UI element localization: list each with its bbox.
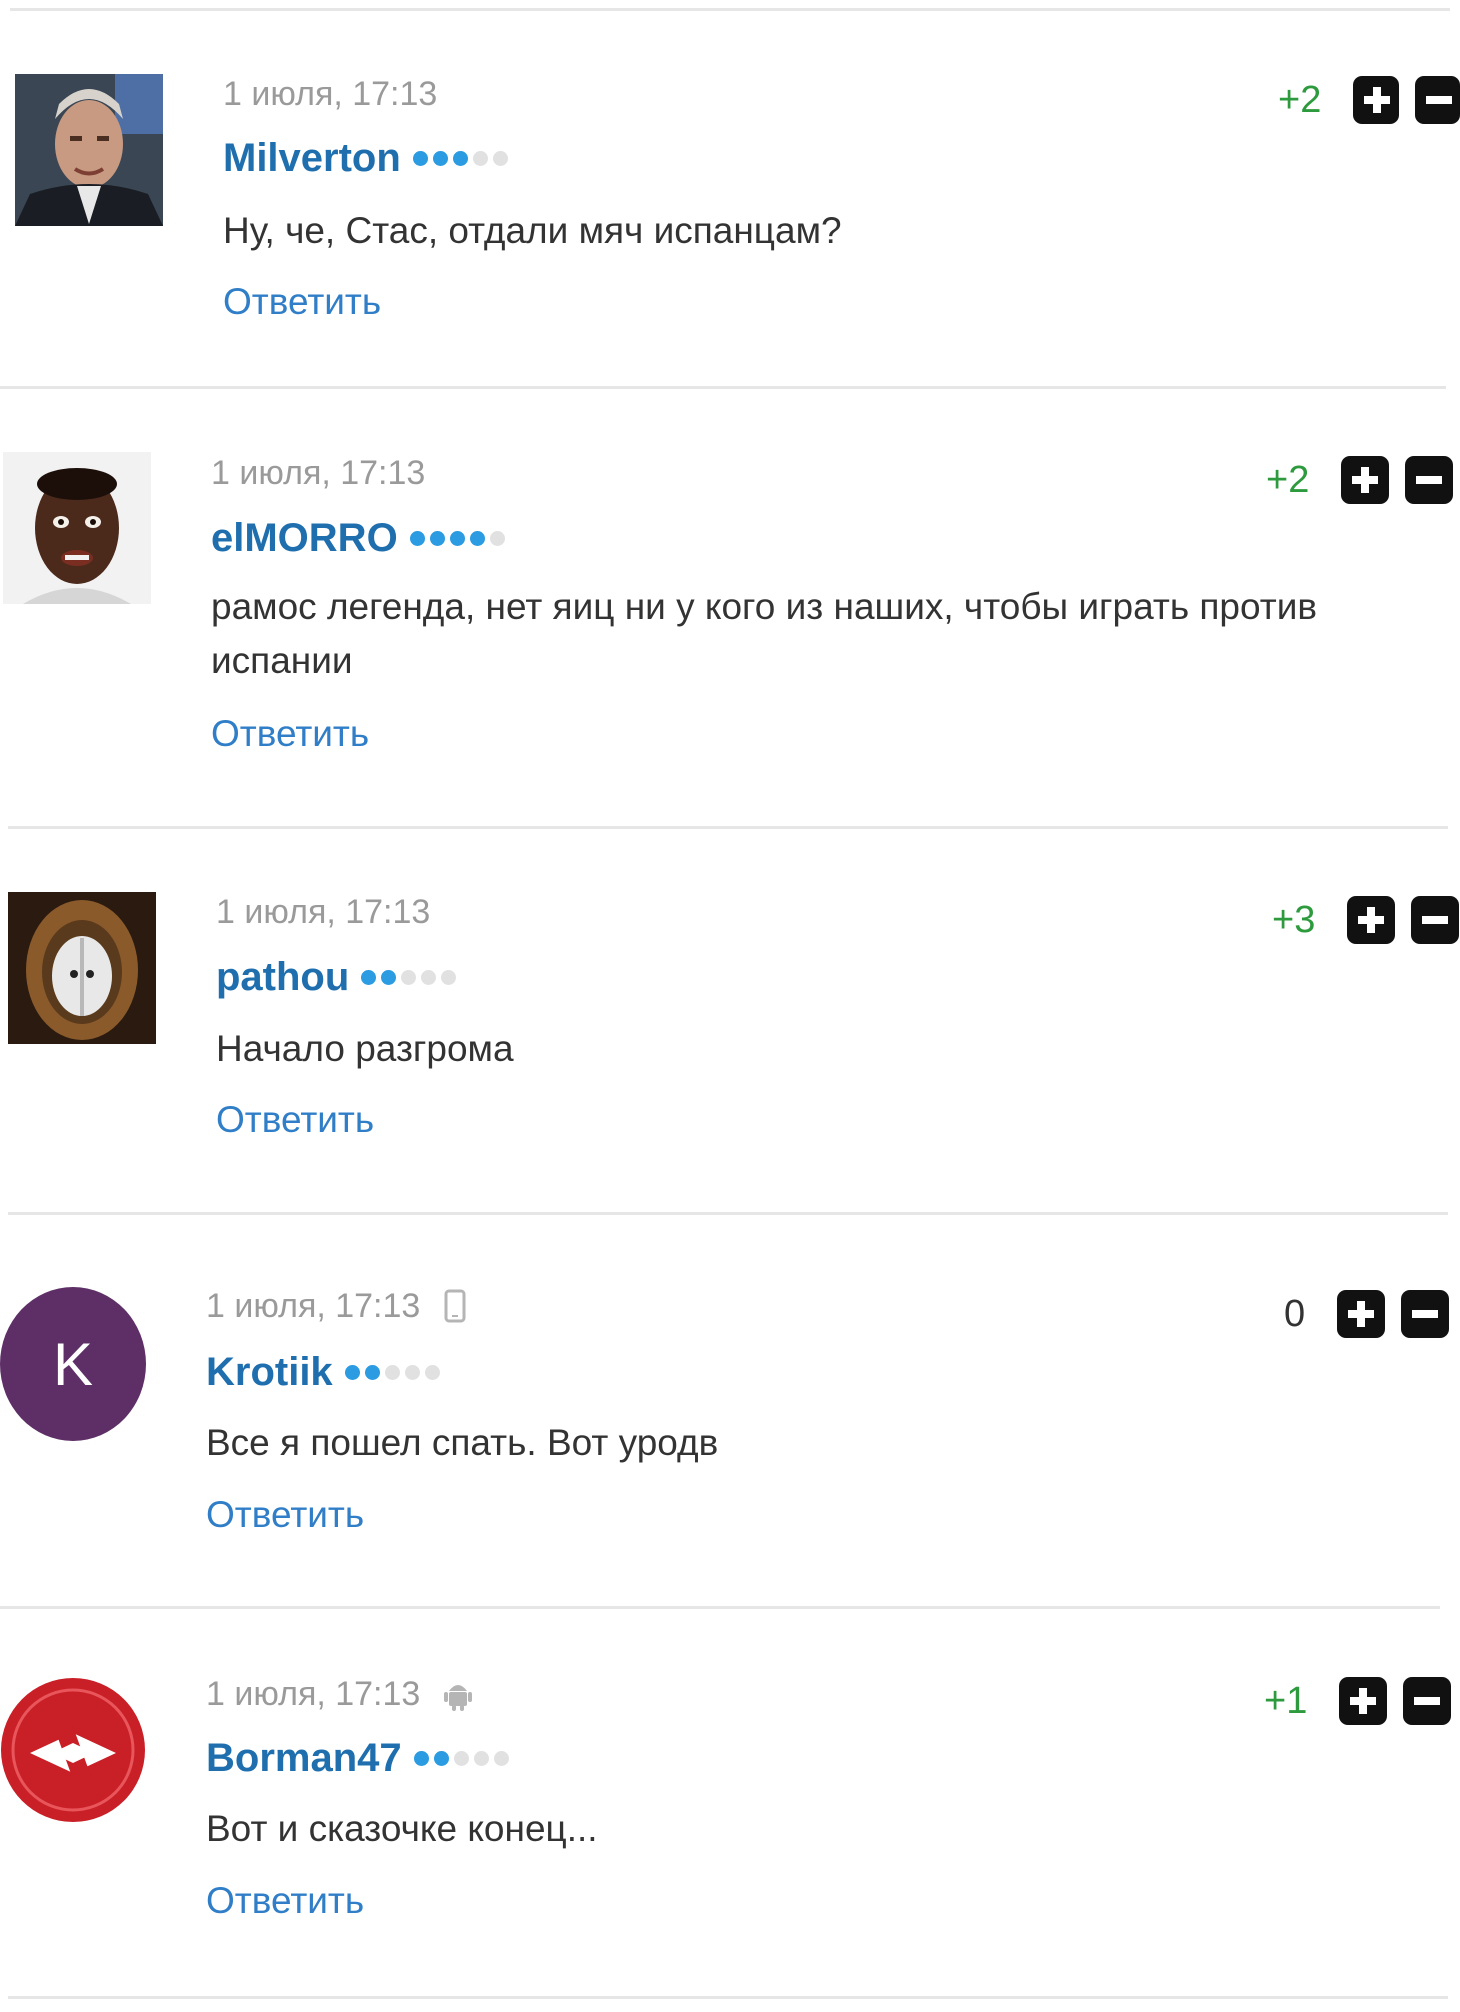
- rating-dot: [489, 530, 505, 546]
- divider: [0, 386, 1446, 389]
- upvote-button[interactable]: [1339, 1677, 1388, 1725]
- rating-dot: [401, 969, 417, 985]
- user-rating: [409, 530, 510, 546]
- comment-date: 1 июля, 17:13: [211, 454, 426, 492]
- comment-text: Вот и сказочке конец...: [206, 1808, 598, 1849]
- reply-link[interactable]: Ответить: [211, 712, 369, 756]
- downvote-button[interactable]: [1403, 1677, 1452, 1725]
- comment-score: +1: [1264, 1680, 1308, 1722]
- comment-meta: 1 июля, 17:13: [223, 74, 437, 114]
- rating-dot: [453, 1750, 469, 1766]
- rating-dot: [469, 530, 485, 546]
- upvote-button[interactable]: [1341, 456, 1390, 504]
- comment-meta: 1 июля, 17:13: [216, 892, 430, 932]
- upvote-button[interactable]: [1337, 1290, 1386, 1338]
- reply-link[interactable]: Ответить: [216, 1098, 374, 1142]
- vote-controls: +2: [1266, 456, 1454, 504]
- comment-meta: 1 июля, 17:13: [206, 1286, 466, 1326]
- comment-meta: 1 июля, 17:13: [206, 1674, 473, 1714]
- avatar-letter: K: [52, 1330, 94, 1398]
- rating-dot: [384, 1364, 400, 1380]
- downvote-button[interactable]: [1405, 456, 1454, 504]
- rating-dot: [473, 1750, 489, 1766]
- author-link[interactable]: Milverton: [223, 134, 401, 182]
- vote-controls: +2: [1278, 76, 1460, 124]
- upvote-button[interactable]: [1347, 896, 1396, 944]
- author-link[interactable]: Borman47: [206, 1734, 402, 1782]
- rating-dot: [452, 150, 468, 166]
- author-link[interactable]: elMORRO: [211, 514, 398, 562]
- reply-link[interactable]: Ответить: [223, 280, 381, 324]
- rating-dot: [493, 1750, 509, 1766]
- comment-score: +3: [1272, 899, 1316, 941]
- rating-dot: [381, 969, 397, 985]
- author-link[interactable]: Krotiik: [206, 1348, 333, 1396]
- user-rating: [412, 150, 513, 166]
- rating-dot: [449, 530, 465, 546]
- author-row: Krotiik: [206, 1348, 445, 1396]
- author-link[interactable]: pathou: [216, 953, 349, 1001]
- downvote-button[interactable]: [1411, 896, 1460, 944]
- rating-dot: [364, 1364, 380, 1380]
- author-row: Milverton: [223, 134, 513, 182]
- avatar[interactable]: [15, 74, 163, 226]
- divider: [8, 1996, 1448, 1999]
- rating-dot: [412, 150, 428, 166]
- comment-date: 1 июля, 17:13: [223, 75, 438, 113]
- user-rating: [344, 1364, 445, 1380]
- comment-text: Начало разгрома: [216, 1028, 514, 1069]
- avatar[interactable]: [0, 1673, 146, 1827]
- rating-dot: [413, 1750, 429, 1766]
- rating-dot: [472, 150, 488, 166]
- rating-dot: [492, 150, 508, 166]
- vote-controls: 0: [1284, 1290, 1450, 1338]
- comment-date: 1 июля, 17:13: [216, 893, 431, 931]
- avatar[interactable]: K: [0, 1287, 146, 1441]
- vote-controls: +1: [1264, 1677, 1452, 1725]
- comment-score: +2: [1266, 459, 1310, 501]
- phone-icon: [444, 1289, 466, 1323]
- reply-link[interactable]: Ответить: [206, 1879, 364, 1923]
- divider: [10, 8, 1450, 11]
- avatar[interactable]: [8, 892, 156, 1044]
- rating-dot: [409, 530, 425, 546]
- downvote-button[interactable]: [1401, 1290, 1450, 1338]
- comment-text: Ну, че, Стас, отдали мяч испанцам?: [223, 210, 842, 251]
- comment-text: Все я пошел спать. Вот уродв: [206, 1422, 719, 1463]
- author-row: Borman47: [206, 1734, 514, 1782]
- comment-meta: 1 июля, 17:13: [211, 453, 425, 493]
- user-rating: [413, 1750, 514, 1766]
- avatar-photo-icon: [3, 452, 151, 604]
- comments-list: 1 июля, 17:13 Milverton Ну, че, Стас, от…: [0, 0, 1460, 2012]
- divider: [0, 1606, 1440, 1609]
- rating-dot: [432, 150, 448, 166]
- rating-dot: [433, 1750, 449, 1766]
- android-icon: [444, 1685, 473, 1711]
- vote-controls: +3: [1272, 896, 1460, 944]
- comment-score: 0: [1284, 1293, 1306, 1335]
- comment-text: рамос легенда, нет яиц ни у кого из наши…: [211, 586, 1318, 681]
- upvote-button[interactable]: [1353, 76, 1399, 124]
- rating-dot: [404, 1364, 420, 1380]
- rating-dot: [424, 1364, 440, 1380]
- avatar-photo-icon: [15, 74, 163, 226]
- user-rating: [361, 969, 461, 985]
- rating-dot: [361, 969, 377, 985]
- rating-dot: [344, 1364, 360, 1380]
- author-row: elMORRO: [211, 514, 510, 562]
- divider: [8, 1212, 1448, 1215]
- rating-dot: [441, 969, 457, 985]
- downvote-button[interactable]: [1414, 76, 1460, 124]
- comment-score: +2: [1278, 79, 1322, 121]
- author-row: pathou: [216, 953, 461, 1001]
- reply-link[interactable]: Ответить: [206, 1493, 364, 1537]
- comment-date: 1 июля, 17:13: [206, 1287, 421, 1325]
- divider: [8, 826, 1448, 829]
- avatar[interactable]: [3, 452, 151, 604]
- spartak-logo-icon: [1, 1678, 145, 1822]
- avatar-photo-icon: [8, 892, 156, 1044]
- comment-date: 1 июля, 17:13: [206, 1675, 421, 1713]
- rating-dot: [421, 969, 437, 985]
- rating-dot: [429, 530, 445, 546]
